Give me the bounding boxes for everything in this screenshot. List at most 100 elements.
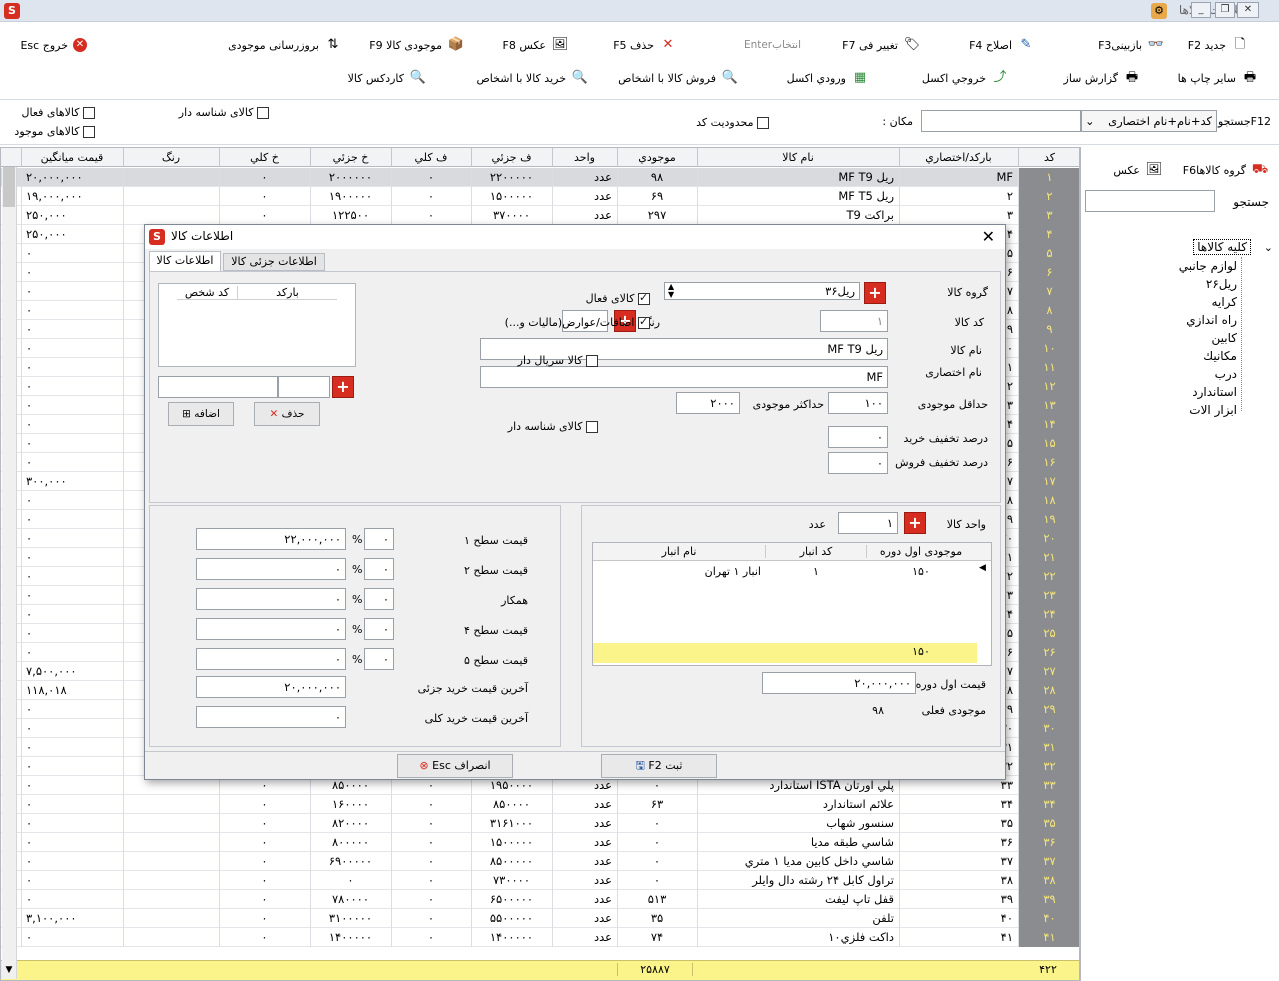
stock-button[interactable]: 📦 موجودی کالا F9 <box>369 34 465 56</box>
active-checkbox[interactable]: کالای فعال <box>586 291 650 305</box>
price-percent-field[interactable]: ۰ <box>364 588 394 610</box>
table-row[interactable]: ۳۴ ۳۴ علائم استاندارد ۶۳ عدد ۸۵۰۰۰۰ ۰ ۱۶۰۰۰۰ ۰ ۰ <box>1 795 1079 814</box>
tree-collapse-icon[interactable]: ⌄ <box>1264 241 1273 254</box>
serial-goods-check[interactable] <box>257 107 269 119</box>
close-button[interactable]: ✕ <box>1237 2 1259 18</box>
table-row[interactable]: ۳۸ ۳۸ تراول كابل ۲۴ رشته دال وايلر ۰ عدد ۷۳۰۰… <box>1 871 1079 890</box>
update-stock-button[interactable]: ⇅ بروزرسانی موجودی <box>228 34 342 56</box>
scroll-down-icon[interactable]: ▼ <box>3 965 15 979</box>
table-row[interactable]: ۳۶ ۳۶ شاسي طبقه مديا ۰ عدد ۱۵۰۰۰۰۰ ۰ ۸۰۰۰۰۰ ۰ ۰ <box>1 833 1079 852</box>
last-buy-part-field[interactable]: ۲۰,۰۰۰,۰۰۰ <box>196 676 346 698</box>
tree-item[interactable]: مكانيك <box>1203 349 1237 363</box>
price-percent-field[interactable]: ۰ <box>364 528 394 550</box>
person-code-input[interactable] <box>278 376 330 398</box>
code-field[interactable]: ۱ <box>820 310 888 332</box>
column-header[interactable]: رنگ <box>123 148 218 167</box>
other-print-button[interactable]: 🖶 سایر چاپ ها <box>1178 67 1259 89</box>
report-builder-button[interactable]: 🖶 گزارش ساز <box>1064 67 1141 89</box>
table-row[interactable]: ۳۵ ۳۵ سنسور شهاب ۰ عدد ۳۱۶۱۰۰۰ ۰ ۸۲۰۰۰۰ ۰ ۰ <box>1 814 1079 833</box>
settings-icon[interactable]: ⚙ <box>1151 3 1167 19</box>
code-limit-checkbox[interactable]: محدودیت کد <box>696 116 769 129</box>
opening-price-field[interactable]: ۲۰,۰۰۰,۰۰۰ <box>762 672 916 694</box>
column-header[interactable]: خ کلي <box>219 148 309 167</box>
price-level-field[interactable]: ۰ <box>196 558 346 580</box>
last-buy-all-field[interactable]: ۰ <box>196 706 346 728</box>
tax-checkbox[interactable]: اضافات/عوارض(مالیات و...) <box>505 315 650 329</box>
table-row[interactable]: ۳۷ ۳۷ شاسي داخل كابين مديا ۱ متري ۰ عدد ۸۵۰۰۰… <box>1 852 1079 871</box>
serial-goods-checkbox[interactable]: کالای شناسه دار <box>179 106 269 119</box>
search-input[interactable] <box>921 110 1081 132</box>
tree-item[interactable]: لوازم جانبي <box>1179 259 1237 273</box>
price-level-field[interactable]: ۰ <box>196 588 346 610</box>
save-button[interactable]: ثبت F2 🖫 <box>601 754 717 778</box>
available-goods-checkbox[interactable]: کالاهای موجود <box>14 125 95 138</box>
max-stock-field[interactable]: ۲۰۰۰ <box>676 392 740 414</box>
restore-button[interactable]: ❐ <box>1215 2 1235 18</box>
price-change-button[interactable]: 🏷 تغییر فی F7 <box>842 34 921 56</box>
column-header[interactable]: خ جزئي <box>310 148 390 167</box>
table-row[interactable]: ۳۹ ۳۹ قفل تاپ ليفت ۵۱۳ عدد ۶۵۰۰۰۰۰ ۰ ۷۸۰۰۰۰ ۰ ۰ <box>1 890 1079 909</box>
select-button[interactable]: انتخابEnter <box>744 34 801 56</box>
tree-item[interactable]: ابزار الات <box>1189 403 1237 417</box>
ident-checkbox[interactable]: کالای شناسه دار <box>508 420 598 433</box>
price-level-field[interactable]: ۰ <box>196 618 346 640</box>
sidebar-search-input[interactable] <box>1085 190 1215 212</box>
column-header[interactable]: ف کلي <box>391 148 470 167</box>
price-percent-field[interactable]: ۰ <box>364 618 394 640</box>
sell-to-person-button[interactable]: 🔍 فروش کالا با اشخاص <box>618 67 739 89</box>
column-header[interactable]: باركد/اختصاري <box>899 148 1017 167</box>
price-level-field[interactable]: ۲۲,۰۰۰,۰۰۰ <box>196 528 346 550</box>
min-stock-field[interactable]: ۱۰۰ <box>828 392 888 414</box>
tab-goods-info[interactable]: اطلاعات کالا <box>149 251 221 271</box>
short-name-field[interactable]: MF <box>480 366 888 388</box>
new-button[interactable]: 🗋 جدید F2 <box>1188 34 1249 56</box>
add-button[interactable]: اضافه ⊞ <box>168 402 234 426</box>
table-row[interactable]: ۴۱ ۴۱ داكت فلزي۱۰ ۷۴ عدد ۱۴۰۰۰۰۰ ۰ ۱۴۰۰۰۰۰ ۰ ۰ <box>1 928 1079 947</box>
serial-check[interactable] <box>586 355 598 367</box>
tree-root[interactable]: کلیه کالاها <box>1193 239 1251 255</box>
groups-button[interactable]: ⛟ گروه کالاهاF6 <box>1183 159 1269 181</box>
tab-goods-detail[interactable]: اطلاعات جزئی کالا <box>223 253 325 271</box>
active-goods-checkbox[interactable]: کالاهای فعال <box>21 106 95 119</box>
tree-item[interactable]: راه اندازي <box>1186 313 1237 327</box>
excel-in-button[interactable]: ▦ ورودي اكسل <box>787 67 869 89</box>
search-mode-select[interactable]: کد+نام+نام اختصاری ⌄ <box>1081 110 1217 132</box>
kardex-button[interactable]: 🔍 کاردکس کالا <box>348 67 427 89</box>
active-goods-check[interactable] <box>83 107 95 119</box>
tree-item[interactable]: استاندارد <box>1192 385 1237 399</box>
tree-item[interactable]: ريل۲۶ <box>1206 277 1237 291</box>
available-goods-check[interactable] <box>83 126 95 138</box>
code-limit-check[interactable] <box>757 117 769 129</box>
tree-item[interactable]: كرايه <box>1212 295 1237 309</box>
add-group-button[interactable]: + <box>864 282 886 304</box>
edit-button[interactable]: ✎ اصلاح F4 <box>969 34 1035 56</box>
remove-button[interactable]: حذف ✕ <box>254 402 320 426</box>
sidebar-photo-button[interactable]: 🖼 عکس <box>1113 159 1163 181</box>
table-row[interactable]: ۴۰ ۴۰ تلفن ۳۵ عدد ۵۵۰۰۰۰۰ ۰ ۳۱۰۰۰۰۰ ۰ ۳,۱۰۰,۰۰۰ <box>1 909 1079 928</box>
scroll-thumb[interactable] <box>3 167 15 207</box>
table-row[interactable]: ۳ ۳ براكت T9 ۲۹۷ عدد ۳۷۰۰۰۰ ۰ ۱۲۲۵۰۰ ۰ ۲۵۰,۰۰۰ <box>1 206 1079 225</box>
table-row[interactable]: ۲ ۲ ريل MF T5 ۶۹ عدد ۱۵۰۰۰۰۰ ۰ ۱۹۰۰۰۰۰ ۰ ۱۹,۰۰۰,۰… <box>1 187 1079 206</box>
column-header[interactable]: ف جزئي <box>471 148 551 167</box>
table-scrollbar[interactable]: ▼ <box>2 167 17 979</box>
replay-button[interactable]: 👓 بازبینیF3 <box>1098 34 1165 56</box>
price-percent-field[interactable]: ۰ <box>364 558 394 580</box>
unit-field[interactable]: ۱ <box>838 512 898 534</box>
buy-discount-field[interactable]: ۰ <box>828 426 888 448</box>
column-header[interactable]: موجودي <box>617 148 696 167</box>
tree-item[interactable]: كابين <box>1212 331 1237 345</box>
column-header[interactable]: واحد <box>552 148 616 167</box>
exit-button[interactable]: ✕ خروج Esc <box>20 34 87 56</box>
minimize-button[interactable]: _ <box>1191 2 1211 18</box>
table-row[interactable]: ۱ MF ريل MF T9 ۹۸ عدد ۲۲۰۰۰۰۰ ۰ ۲۰۰۰۰۰۰ ۰ ۲۰,۰۰۰,… <box>1 168 1079 187</box>
ident-check[interactable] <box>586 421 598 433</box>
column-header[interactable]: كد <box>1018 148 1079 167</box>
serial-checkbox[interactable]: کالا سریال دار <box>518 354 598 367</box>
price-level-field[interactable]: ۰ <box>196 648 346 670</box>
add-unit-button[interactable]: + <box>904 512 926 534</box>
barcode-input[interactable] <box>158 376 278 398</box>
photo-button[interactable]: 🖼 عکس F8 <box>503 34 570 56</box>
group-select[interactable]: ریل۳۶ ▲ ▼ <box>664 282 860 300</box>
barcode-list[interactable]: بارکد کد شخص <box>158 283 356 367</box>
price-percent-field[interactable]: ۰ <box>364 648 394 670</box>
